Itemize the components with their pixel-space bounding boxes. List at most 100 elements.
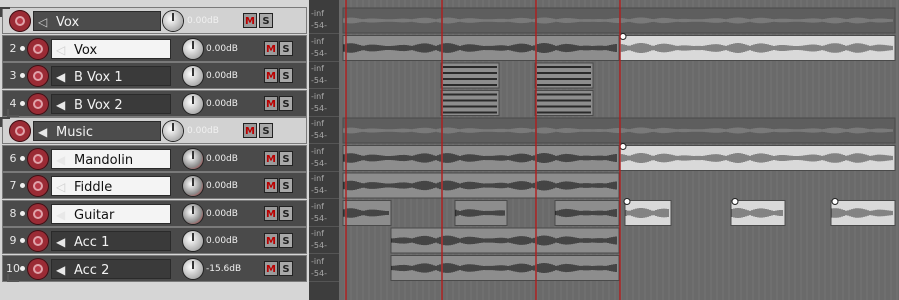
track-row[interactable]: ◁ Vox 0.00dB M S (0, 7, 307, 34)
record-arm-button[interactable] (27, 257, 49, 280)
solo-button[interactable]: S (279, 233, 293, 248)
folder-icon[interactable] (0, 7, 10, 17)
volume-readout: 0.00dB (187, 126, 219, 136)
volume-knob[interactable] (183, 148, 203, 169)
meter-peak-label: -inf (311, 119, 324, 128)
mute-button[interactable]: M (264, 150, 278, 166)
mute-button[interactable]: M (264, 95, 278, 111)
track-dot-icon (20, 238, 25, 243)
record-arm-button[interactable] (27, 37, 49, 60)
mute-button[interactable]: M (264, 68, 278, 83)
record-arm-button[interactable] (27, 147, 49, 170)
record-arm-button[interactable] (27, 202, 49, 225)
volume-knob[interactable] (183, 93, 203, 114)
track-number: 9 (9, 234, 17, 247)
track-dot-icon (20, 183, 25, 188)
mute-button[interactable]: M (264, 205, 278, 221)
track-row[interactable]: 9 ◀ Acc 1 0.00dB M S (2, 227, 307, 254)
record-arm-button[interactable] (27, 65, 49, 87)
mute-button[interactable]: M (264, 178, 278, 193)
volume-knob[interactable] (183, 258, 203, 279)
fade-handle[interactable] (831, 198, 839, 205)
track-meter: -inf -54- (309, 7, 339, 34)
track-meter: -inf -54- (309, 90, 339, 117)
speaker-icon[interactable]: ◀ (38, 122, 56, 142)
volume-readout: 0.00dB (187, 16, 219, 26)
mute-button[interactable]: M (243, 123, 257, 138)
record-arm-button[interactable] (27, 175, 49, 197)
speaker-icon[interactable]: ◀ (56, 232, 74, 252)
volume-knob[interactable] (163, 121, 183, 141)
meter-peak-label: -inf (311, 36, 324, 46)
arrange-canvas[interactable] (339, 0, 899, 300)
track-dot-icon (20, 45, 25, 51)
volume-knob[interactable] (183, 176, 203, 196)
track-name-label: B Vox 1 (74, 70, 123, 85)
track-number: 2 (9, 41, 17, 55)
speaker-icon[interactable]: ◀ (56, 95, 74, 115)
solo-button[interactable]: S (279, 68, 293, 83)
speaker-icon[interactable]: ◀ (56, 205, 74, 225)
solo-button[interactable]: S (279, 178, 293, 193)
speaker-icon[interactable]: ◀ (56, 67, 74, 87)
fade-handle[interactable] (619, 33, 627, 40)
fade-handle[interactable] (619, 143, 627, 150)
track-row[interactable]: 10 ◀ Acc 2 -15.6dB M S (2, 254, 307, 282)
solo-button[interactable]: S (259, 13, 273, 28)
solo-button[interactable]: S (279, 260, 293, 276)
track-row[interactable]: 3 ◀ B Vox 1 0.00dB M S (2, 62, 307, 89)
mute-button[interactable]: M (264, 260, 278, 276)
volume-knob[interactable] (183, 203, 203, 224)
track-name[interactable]: ◀ Mandolin (51, 148, 171, 170)
record-arm-button[interactable] (27, 230, 49, 252)
mute-button[interactable]: M (243, 13, 257, 28)
speaker-outline-icon[interactable]: ◁ (38, 12, 56, 32)
mute-button[interactable]: M (264, 40, 278, 56)
track-name[interactable]: ◀ Acc 1 (51, 231, 171, 251)
record-arm-button[interactable] (9, 10, 31, 32)
solo-button[interactable]: S (279, 150, 293, 166)
track-name-label: Vox (74, 42, 98, 58)
track-row[interactable]: 8 ◀ Guitar 0.00dB M S (2, 199, 307, 227)
speaker-icon[interactable]: ◀ (56, 260, 74, 280)
track-row[interactable]: 2 ◁ Vox 0.00dB M S (2, 34, 307, 62)
speaker-icon[interactable]: ◀ (56, 150, 74, 170)
track-name[interactable]: ◁ Fiddle (51, 176, 171, 196)
track-name[interactable]: ◀ B Vox 2 (51, 93, 171, 115)
track-name[interactable]: ◁ Vox (33, 11, 161, 31)
fade-handle[interactable] (623, 198, 631, 205)
media-item[interactable] (390, 255, 620, 281)
arrange-view[interactable] (339, 0, 899, 300)
record-arm-button[interactable] (27, 92, 49, 115)
media-item[interactable] (454, 200, 508, 226)
volume-knob[interactable] (183, 66, 203, 86)
track-name[interactable]: ◀ B Vox 1 (51, 66, 171, 86)
media-item[interactable] (390, 227, 620, 254)
track-name[interactable]: ◀ Music (33, 121, 161, 141)
solo-button[interactable]: S (279, 40, 293, 56)
mute-button[interactable]: M (264, 233, 278, 248)
speaker-outline-icon[interactable]: ◁ (56, 177, 74, 197)
meter-scale-label: -54- (311, 213, 327, 223)
track-row[interactable]: ◀ Music 0.00dB M S (0, 117, 307, 144)
volume-knob[interactable] (163, 11, 183, 31)
fade-handle[interactable] (731, 198, 739, 205)
track-row[interactable]: 7 ◁ Fiddle 0.00dB M S (2, 172, 307, 199)
track-row[interactable]: 4 ◀ B Vox 2 0.00dB M S (2, 89, 307, 117)
solo-button[interactable]: S (259, 123, 273, 138)
folder-icon[interactable] (0, 117, 10, 127)
track-number: 10 (6, 261, 20, 275)
solo-button[interactable]: S (279, 95, 293, 111)
track-name[interactable]: ◀ Acc 2 (51, 258, 171, 280)
track-meter: -inf -54- (309, 145, 339, 172)
record-arm-button[interactable] (9, 120, 31, 142)
track-name[interactable]: ◀ Guitar (51, 203, 171, 225)
track-dot-icon (20, 265, 25, 271)
track-name[interactable]: ◁ Vox (51, 38, 171, 60)
volume-knob[interactable] (183, 231, 203, 251)
speaker-outline-icon[interactable]: ◁ (56, 40, 74, 60)
volume-knob[interactable] (183, 38, 203, 59)
track-number: 7 (9, 179, 17, 192)
track-row[interactable]: 6 ◀ Mandolin 0.00dB M S (2, 144, 307, 172)
solo-button[interactable]: S (279, 205, 293, 221)
